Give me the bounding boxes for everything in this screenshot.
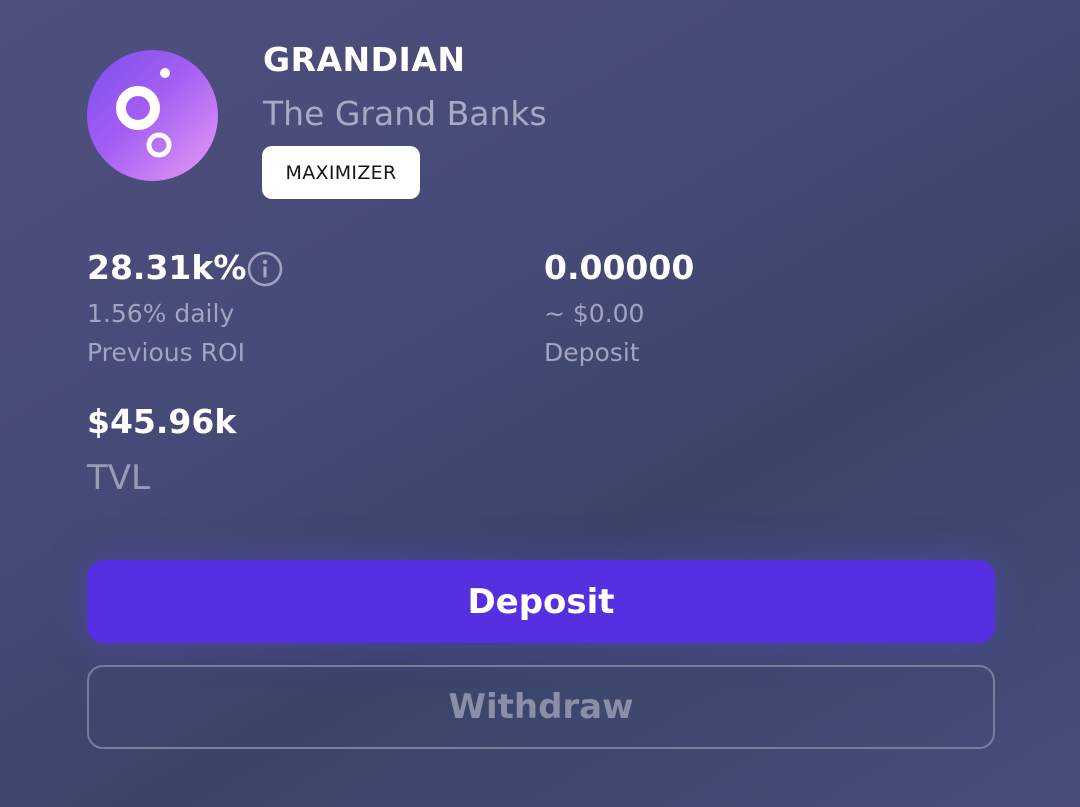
info-icon[interactable]	[247, 251, 283, 287]
deposit-value: 0.00000	[544, 248, 695, 287]
maximizer-badge: MAXIMIZER	[262, 146, 420, 199]
roi-value: 28.31k%	[87, 248, 247, 287]
tvl-label: TVL	[87, 458, 150, 498]
deposit-label: Deposit	[544, 338, 640, 367]
grand-logo-icon	[87, 50, 218, 181]
vault-card: GRANDIAN The Grand Banks MAXIMIZER 28.31…	[0, 0, 1080, 807]
vault-platform: The Grand Banks	[263, 94, 547, 133]
roi-daily: 1.56% daily	[87, 299, 235, 328]
deposit-button[interactable]: Deposit	[87, 560, 995, 643]
deposit-usd: ~ $0.00	[544, 299, 645, 328]
withdraw-button[interactable]: Withdraw	[87, 665, 995, 749]
roi-label: Previous ROI	[87, 338, 246, 367]
vault-title: GRANDIAN	[263, 40, 466, 79]
tvl-value: $45.96k	[87, 402, 237, 441]
